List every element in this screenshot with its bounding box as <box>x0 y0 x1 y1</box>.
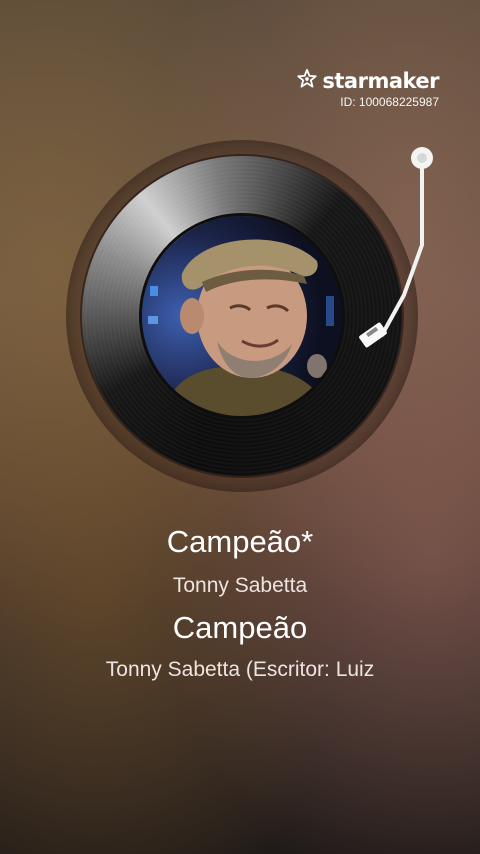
starmaker-logo-icon <box>296 68 318 94</box>
tonearm <box>340 140 440 380</box>
album-cover <box>139 213 345 419</box>
original-artist-credit: Tonny Sabetta (Escritor: Luiz <box>105 658 375 681</box>
watermark: starmaker ID: 100068225987 <box>296 68 439 109</box>
user-id-text: ID: 100068225987 <box>340 95 439 109</box>
player-screen: starmaker ID: 100068225987 Campeão* Tonn… <box>0 0 480 854</box>
original-song-title: Campeão <box>172 610 308 645</box>
brand-name: starmaker <box>322 69 439 93</box>
song-artist: Tonny Sabetta <box>172 574 308 597</box>
song-title: Campeão* <box>166 524 314 559</box>
